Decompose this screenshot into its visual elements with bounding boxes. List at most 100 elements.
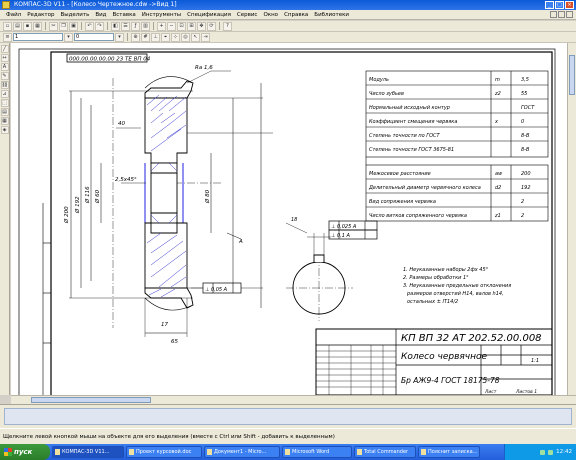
zoom-out-icon[interactable]: − (167, 21, 176, 31)
clock[interactable]: 12:42 (556, 444, 572, 460)
save-icon[interactable]: ▪ (23, 21, 32, 31)
symbols-icon[interactable]: A (0, 63, 9, 71)
window-titlebar[interactable]: КОМПАС-3D V11 - [Колесо Чертежное.cdw ->… (0, 0, 576, 10)
param-name: Нормальный исходный контур (369, 105, 450, 111)
zoom-window-icon[interactable]: ⊡ (177, 21, 186, 31)
standard-toolbar: ▫ ▤ ▪ ▦ ✂ ❐ ▣ ↶ ↷ ◧ ☰ ƒ ▥ + − ⊡ ⊞ ✥ ⟳ ? (0, 21, 576, 32)
app-icon (2, 1, 10, 9)
taskbar: пуск КОМПАС-3D V11... Проект курсовой.do… (0, 444, 576, 460)
dim-d5: Ø 80 (204, 189, 211, 204)
wheel-section (69, 70, 273, 337)
dimensions-icon[interactable]: ↔ (0, 54, 9, 62)
dim-w1: 40 (118, 121, 125, 127)
menu-select[interactable]: Выделить (57, 12, 92, 18)
param-val: 8-В (521, 133, 530, 139)
dropdown-icon[interactable]: ▾ (64, 32, 73, 42)
volume-icon[interactable] (548, 449, 554, 455)
redo-icon[interactable]: ↷ (95, 21, 104, 31)
menu-help[interactable]: Справка (281, 12, 311, 18)
print-icon[interactable]: ▦ (33, 21, 42, 31)
vertical-scrollbar[interactable] (567, 43, 576, 395)
network-icon[interactable] (540, 449, 546, 455)
start-button[interactable]: пуск (0, 444, 50, 460)
copy-icon[interactable]: ❐ (59, 21, 68, 31)
menu-view[interactable]: Вид (92, 12, 109, 18)
open-icon[interactable]: ▤ (13, 21, 22, 31)
taskbar-item[interactable]: Microsoft Word (282, 446, 352, 458)
taskbar-item[interactable]: Проект курсовой.doc (126, 446, 202, 458)
library-icon[interactable]: ▥ (141, 21, 150, 31)
menu-window[interactable]: Окно (260, 12, 281, 18)
dim-d1: Ø 200 (63, 206, 70, 224)
system-tray: 12:42 (504, 444, 576, 460)
menu-bar: Файл Редактор Выделить Вид Вставка Инстр… (0, 10, 576, 20)
dropdown-icon[interactable]: ▾ (115, 32, 124, 42)
param-val: 2 (521, 199, 524, 205)
style-combo[interactable]: 0 (74, 33, 114, 41)
param-name: Вид сопряжения червяка (369, 199, 436, 205)
dim-chamfer: 2,5x45° (115, 177, 137, 183)
note-line: размеров отверстий Н14, валов h14, (406, 291, 504, 297)
doc-minimize-button[interactable] (550, 11, 557, 18)
bottom-tolerance: ⊥ 0,05 A (205, 287, 228, 293)
select-icon[interactable]: ⬚ (0, 99, 9, 107)
zoom-in-icon[interactable]: + (157, 21, 166, 31)
param-val: 0 (521, 119, 524, 125)
undo-icon[interactable]: ↶ (85, 21, 94, 31)
param-val: 200 (521, 171, 531, 177)
coordinates-icon[interactable]: ⌖ (161, 32, 170, 42)
variables-icon[interactable]: ƒ (131, 21, 140, 31)
taskbar-item[interactable]: Пояснит записка... (418, 446, 480, 458)
param-name: Число витков сопряженного червяка (369, 213, 467, 219)
menu-specification[interactable]: Спецификация (184, 12, 234, 18)
fragment-icon[interactable]: ◈ (0, 126, 9, 134)
material: Бр АЖ9-4 ГОСТ 18175-78 (401, 376, 500, 385)
edit-icon[interactable]: ✎ (0, 72, 9, 80)
taskbar-item[interactable]: Документ1 - Micro... (204, 446, 280, 458)
spec-icon[interactable]: ▤ (0, 108, 9, 116)
doc-restore-button[interactable] (558, 11, 565, 18)
menu-edit[interactable]: Редактор (24, 12, 57, 18)
zoom-all-icon[interactable]: ⊞ (187, 21, 196, 31)
close-button[interactable]: × (565, 1, 574, 9)
menu-libraries[interactable]: Библиотеки (311, 12, 352, 18)
horizontal-scrollbar[interactable] (11, 395, 576, 404)
taskbar-item[interactable]: КОМПАС-3D V11... (52, 446, 124, 458)
scroll-thumb[interactable] (569, 55, 575, 95)
snap-icon[interactable]: ⊕ (131, 32, 140, 42)
pan-icon[interactable]: ✥ (197, 21, 206, 31)
minimize-button[interactable]: _ (545, 1, 554, 9)
layer-combo[interactable]: 1 (13, 33, 63, 41)
tree-icon[interactable]: ☰ (121, 21, 130, 31)
param-val: ГОСТ (521, 105, 535, 111)
refresh-icon[interactable]: ⟳ (207, 21, 216, 31)
scroll-thumb[interactable] (31, 397, 151, 403)
menu-service[interactable]: Сервис (234, 12, 261, 18)
drawing-canvas[interactable]: 000.00.00.00.00 23 ТЕ ВП 04 Ra 1,6 Ø 200… (11, 43, 567, 395)
maximize-button[interactable]: □ (555, 1, 564, 9)
cursor-icon[interactable]: ↖ (191, 32, 200, 42)
cut-icon[interactable]: ✂ (49, 21, 58, 31)
ortho-icon[interactable]: ⊥ (151, 32, 160, 42)
measure-icon[interactable]: ⊿ (0, 90, 9, 98)
menu-insert[interactable]: Вставка (109, 12, 138, 18)
properties-icon[interactable]: ◧ (111, 21, 120, 31)
properties-panel (0, 404, 576, 428)
round-icon[interactable]: ◎ (181, 32, 190, 42)
geometry-icon[interactable]: ╱ (0, 45, 9, 53)
menu-file[interactable]: Файл (3, 12, 24, 18)
separator (153, 22, 154, 30)
step-icon[interactable]: ⇥ (201, 32, 210, 42)
local-cs-icon[interactable]: ⊹ (171, 32, 180, 42)
taskbar-item[interactable]: Total Commander (354, 446, 416, 458)
help-icon[interactable]: ? (223, 21, 232, 31)
paste-icon[interactable]: ▣ (69, 21, 78, 31)
doc-close-button[interactable] (566, 11, 573, 18)
layer-icon[interactable]: ≡ (3, 32, 12, 42)
parameters-icon[interactable]: ⛓ (0, 81, 9, 89)
menu-tools[interactable]: Инструменты (139, 12, 184, 18)
param-val: 192 (521, 185, 531, 191)
new-file-icon[interactable]: ▫ (3, 21, 12, 31)
grid-icon[interactable]: # (141, 32, 150, 42)
reports-icon[interactable]: ▦ (0, 117, 9, 125)
